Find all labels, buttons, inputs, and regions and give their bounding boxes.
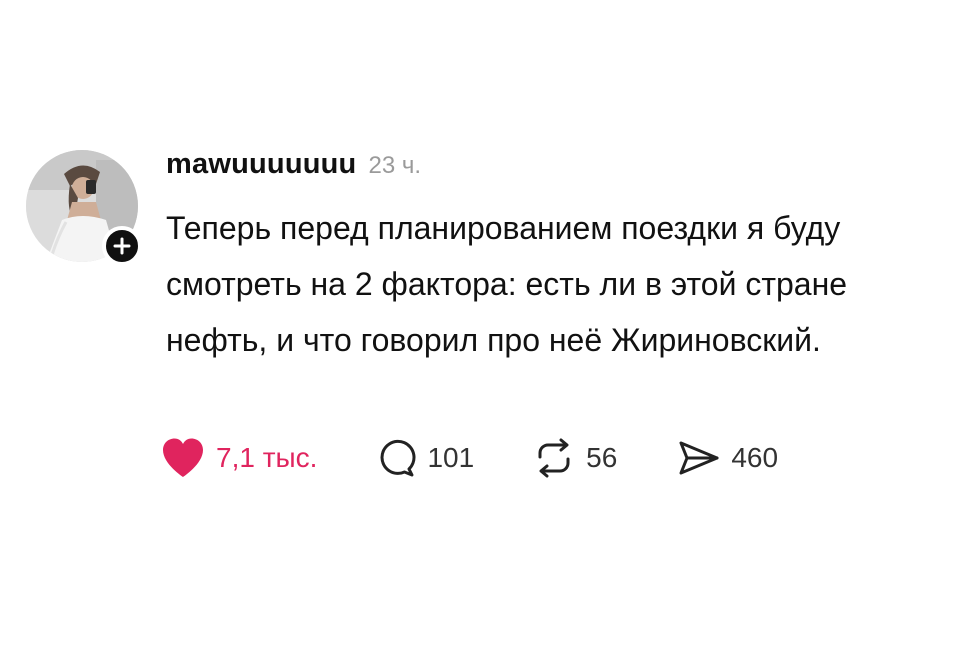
share-count: 460 xyxy=(731,442,779,473)
like-button[interactable]: 7,1 тыс. xyxy=(160,436,317,480)
comment-icon xyxy=(380,439,416,477)
plus-icon xyxy=(113,237,131,255)
share-icon xyxy=(679,441,719,475)
repost-count: 56 xyxy=(586,442,618,473)
follow-button[interactable] xyxy=(102,226,142,266)
repost-button[interactable]: 56 xyxy=(532,437,617,479)
post-time: 23 ч. xyxy=(368,152,422,179)
avatar-container[interactable] xyxy=(26,150,142,266)
like-count: 7,1 тыс. xyxy=(216,442,318,473)
comment-count: 101 xyxy=(427,442,475,473)
username[interactable]: mawuuuuuuu xyxy=(166,148,356,181)
repost-icon xyxy=(538,438,570,478)
heart-icon xyxy=(163,438,203,477)
share-button[interactable]: 460 xyxy=(677,437,778,479)
post-text: Теперь перед планированием поездки я буд… xyxy=(166,210,848,358)
post: mawuuuuuuu 23 ч. Теперь перед планирован… xyxy=(24,140,954,500)
comment-button[interactable]: 101 xyxy=(375,437,474,479)
post-header: mawuuuuuuu 23 ч. xyxy=(166,148,421,181)
action-bar: 7,1 тыс. 101 56 460 xyxy=(160,434,778,482)
